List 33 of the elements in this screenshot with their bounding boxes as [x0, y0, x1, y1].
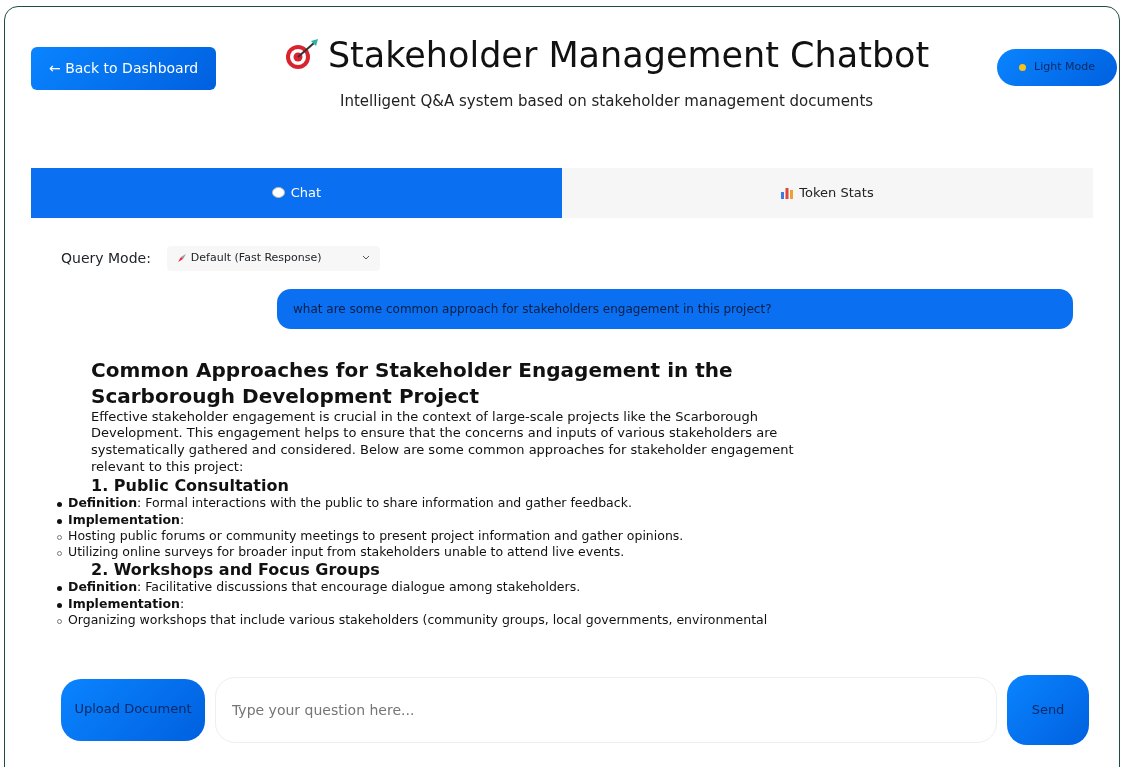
list-item-text: Implementation:	[68, 595, 185, 612]
query-mode-select[interactable]: Default (Fast Response)	[166, 246, 380, 271]
user-message: what are some common approach for stakeholders engagement in this project?	[277, 288, 1073, 329]
tab[interactable]: Token Stats	[562, 168, 1093, 218]
question-input[interactable]: Type your question here...	[215, 676, 997, 743]
back-button[interactable]: ← Back to Dashboard	[31, 47, 217, 90]
theme-toggle-button[interactable]: Light Mode	[997, 49, 1117, 86]
bullet-icon	[57, 518, 62, 524]
list-item-text: Organizing workshops that include various stakeholders (community groups, local governments, environmental	[68, 611, 768, 629]
speech-bubble-icon	[271, 187, 285, 199]
upload-button[interactable]: Upload Document	[61, 678, 205, 741]
section-heading: 1. Public Consultation	[91, 476, 290, 496]
app-title: Stakeholder Management Chatbot	[327, 34, 930, 77]
list-item-text: Implementation:	[68, 511, 185, 528]
app-subtitle: Intelligent Q&A system based on stakeholder management documents	[339, 90, 875, 112]
chevron-down-icon	[361, 255, 370, 262]
list-item-text: Hosting public forums or community meetings to present project information and gather opinions.	[68, 527, 684, 544]
answer-paragraph: Effective stakeholder engagement is crucial in the context of large-scale projects like the Scarborough Development. This engagement helps to ensure that the concerns and inputs of various stakeholders are systematically gathered and considered. Below are some common approaches for stakeholder engagement relevant to this project:	[91, 408, 795, 477]
bullet-icon	[57, 586, 62, 592]
tab[interactable]: Chat	[31, 168, 562, 218]
answer-heading: Common Approaches for Stakeholder Engagement in the Scarborough Development Project	[91, 356, 734, 409]
bullet-icon	[57, 502, 62, 508]
rocket-icon	[176, 253, 187, 264]
query-mode-label: Query Mode:	[61, 248, 151, 268]
send-button[interactable]: Send	[1007, 674, 1089, 745]
bar-chart-icon	[781, 187, 794, 199]
section-heading: 2. Workshops and Focus Groups	[91, 560, 381, 580]
bullet-icon	[57, 602, 62, 608]
list-item-text: Definition: Formal interactions with the public to share information and gather feedback.	[68, 495, 632, 512]
target-icon	[283, 39, 320, 72]
list-item-text: Definition: Facilitative discussions that encourage dialogue among stakeholders.	[68, 579, 581, 596]
sun-icon	[1019, 63, 1027, 71]
list-item-text: Utilizing online surveys for broader input from stakeholders unable to attend live events.	[68, 544, 625, 561]
